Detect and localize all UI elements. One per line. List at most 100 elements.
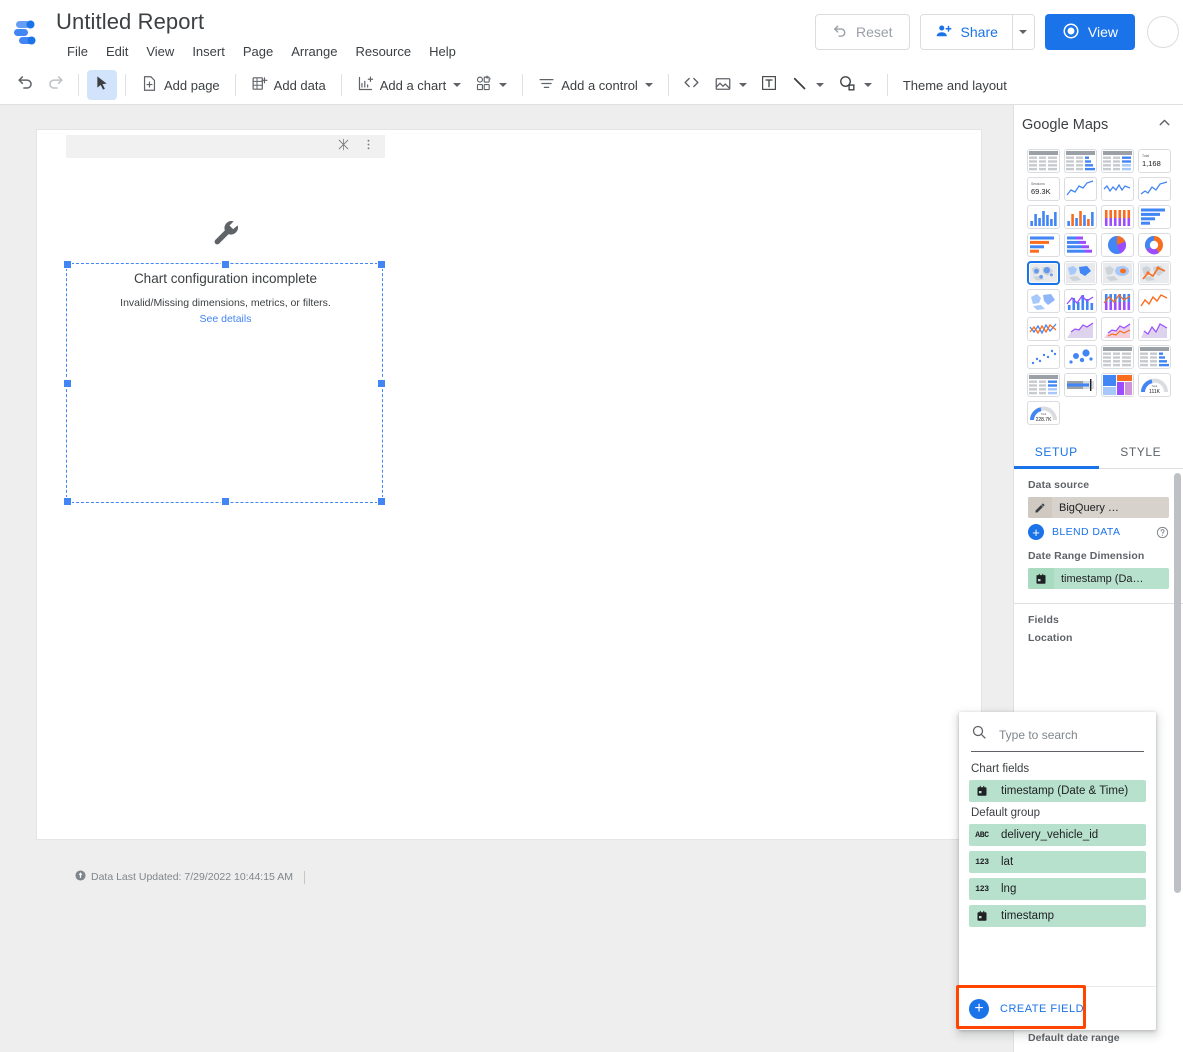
looker-studio-logo-icon[interactable] xyxy=(14,18,46,48)
gallery-gauge-chart[interactable]: Total 111K xyxy=(1138,373,1171,397)
field-picker-dropdown[interactable]: Chart fields timestamp (Date & Time) Defau… xyxy=(956,712,1156,1030)
insert-shape-button[interactable] xyxy=(831,70,879,100)
gallery-combo-chart[interactable] xyxy=(1064,289,1097,313)
add-data-button[interactable]: Add data xyxy=(244,70,333,100)
field-option[interactable]: 123 lng xyxy=(969,878,1146,900)
add-data-label: Add data xyxy=(273,77,326,93)
field-option-label: timestamp (Date & Time) xyxy=(1001,785,1129,797)
gallery-bar-chart[interactable] xyxy=(1138,205,1171,229)
theme-and-layout-button[interactable]: Theme and layout xyxy=(896,70,1014,100)
gallery-bubble-chart[interactable] xyxy=(1064,345,1097,369)
menu-resource[interactable]: Resource xyxy=(346,40,420,64)
community-visualizations-button[interactable] xyxy=(468,70,514,100)
filter-broken-icon[interactable] xyxy=(337,138,350,156)
menu-page[interactable]: Page xyxy=(234,40,282,64)
report-page-canvas[interactable]: Chart configuration incomplete Invalid/M… xyxy=(37,130,981,884)
page-title[interactable]: Untitled Report xyxy=(56,8,465,36)
reset-button[interactable]: Reset xyxy=(814,14,910,50)
pencil-icon[interactable] xyxy=(1028,497,1052,518)
date-range-dimension-chip[interactable]: timestamp (Da… xyxy=(1028,568,1169,589)
menu-insert[interactable]: Insert xyxy=(183,40,234,64)
field-list[interactable]: Chart fields timestamp (Date & Time) Defau… xyxy=(959,752,1156,986)
insert-text-button[interactable] xyxy=(754,70,784,100)
gallery-pivot-table-heatmap-chart[interactable] xyxy=(1027,373,1060,397)
menu-view[interactable]: View xyxy=(137,40,183,64)
search-icon xyxy=(971,724,987,745)
more-vert-icon[interactable] xyxy=(362,138,375,156)
share-dropdown-button[interactable] xyxy=(1011,15,1034,49)
blend-data-row[interactable]: + BLEND DATA xyxy=(1028,524,1169,540)
gallery-grouped-column-chart[interactable] xyxy=(1064,205,1097,229)
add-control-button[interactable]: Add a control xyxy=(531,70,660,100)
chart-widget[interactable]: Chart configuration incomplete Invalid/M… xyxy=(66,135,385,402)
gallery-scorecard-compact-chart[interactable]: Sessions 69.3K xyxy=(1027,177,1060,201)
chart-type-gallery[interactable]: Total 1,168 Sessions 69.3K Total 111K Total 228… xyxy=(1014,145,1183,431)
menu-help[interactable]: Help xyxy=(420,40,465,64)
gallery-smoothed-area-chart[interactable] xyxy=(1138,317,1171,341)
gallery-google-maps-lines-map[interactable] xyxy=(1138,261,1171,285)
location-label: Location xyxy=(1028,632,1073,644)
tab-style[interactable]: STYLE xyxy=(1099,435,1183,468)
gallery-scatter-chart[interactable] xyxy=(1027,345,1060,369)
menu-edit[interactable]: Edit xyxy=(97,40,137,64)
share-button[interactable]: Share xyxy=(920,15,1012,49)
canvas-workarea[interactable]: Chart configuration incomplete Invalid/M… xyxy=(0,105,1013,1052)
field-option[interactable]: 123 lat xyxy=(969,851,1146,873)
select-tool-button[interactable] xyxy=(87,70,117,100)
gallery-treemap-chart[interactable] xyxy=(1101,373,1134,397)
menu-file[interactable]: File xyxy=(58,40,97,64)
gallery-area-chart[interactable] xyxy=(1064,317,1097,341)
create-field-row[interactable]: + CREATE FIELD xyxy=(956,985,1156,1030)
help-circle-icon[interactable] xyxy=(1156,526,1169,539)
gallery-table-chart[interactable] xyxy=(1027,149,1060,173)
insert-image-button[interactable] xyxy=(707,70,754,100)
gallery-table-with-bars-chart[interactable] xyxy=(1064,149,1097,173)
panel-scrollbar[interactable] xyxy=(1174,473,1181,893)
embed-code-button[interactable] xyxy=(677,70,707,100)
gallery-pivot-table-bars-chart[interactable] xyxy=(1138,345,1171,369)
data-source-chip[interactable]: BigQuery … xyxy=(1028,497,1169,518)
gallery-bullet-chart[interactable] xyxy=(1064,373,1097,397)
add-chart-button[interactable]: Add a chart xyxy=(350,70,469,100)
gallery-scorecard-chart[interactable]: Total 1,168 xyxy=(1138,149,1171,173)
gallery-table-with-heatmap-chart[interactable] xyxy=(1101,149,1134,173)
menu-arrange[interactable]: Arrange xyxy=(282,40,346,64)
filter-control-icon xyxy=(538,75,555,95)
gallery-line-chart[interactable] xyxy=(1138,289,1171,313)
field-option[interactable]: timestamp (Date & Time) xyxy=(969,780,1146,802)
gallery-google-maps-filled-map[interactable] xyxy=(1064,261,1097,285)
redo-button[interactable] xyxy=(40,70,70,100)
gallery-donut-chart[interactable] xyxy=(1138,233,1171,257)
gallery-multi-line-chart[interactable] xyxy=(1027,317,1060,341)
undo-button[interactable] xyxy=(10,70,40,100)
insert-line-button[interactable] xyxy=(784,70,831,100)
chevron-up-icon[interactable] xyxy=(1156,114,1173,136)
field-search-row[interactable] xyxy=(971,718,1144,752)
gallery-stacked-column-chart[interactable] xyxy=(1101,205,1134,229)
gallery-gauge-chart-alt[interactable]: Total 228.7K xyxy=(1027,401,1060,425)
field-option[interactable]: ABC delivery_vehicle_id xyxy=(969,824,1146,846)
view-button[interactable]: View xyxy=(1044,14,1135,50)
gallery-stacked-area-chart[interactable] xyxy=(1101,317,1134,341)
gallery-pie-chart[interactable] xyxy=(1101,233,1134,257)
see-details-link[interactable]: See details xyxy=(200,313,252,325)
gallery-time-series-chart[interactable] xyxy=(1064,177,1097,201)
gallery-smoothed-time-series-chart[interactable] xyxy=(1138,177,1171,201)
gallery-grouped-bar-chart[interactable] xyxy=(1027,233,1060,257)
gallery-sparkline-chart[interactable] xyxy=(1101,177,1134,201)
gallery-stacked-bar-chart[interactable] xyxy=(1064,233,1097,257)
search-input[interactable] xyxy=(997,726,1144,743)
gallery-google-maps-heatmap[interactable] xyxy=(1101,261,1134,285)
field-option[interactable]: timestamp xyxy=(969,905,1146,927)
gallery-combo-stacked-chart[interactable] xyxy=(1101,289,1134,313)
create-field-button[interactable]: + CREATE FIELD xyxy=(969,998,1084,1019)
svg-text:Total: Total xyxy=(1142,154,1149,158)
gallery-geo-chart[interactable] xyxy=(1027,289,1060,313)
calendar-icon xyxy=(1028,568,1054,589)
avatar[interactable] xyxy=(1147,16,1179,48)
gallery-google-maps-bubble-map[interactable] xyxy=(1027,261,1060,285)
add-page-button[interactable]: Add page xyxy=(134,70,227,100)
gallery-column-chart[interactable] xyxy=(1027,205,1060,229)
gallery-pivot-table-chart[interactable] xyxy=(1101,345,1134,369)
tab-setup[interactable]: SETUP xyxy=(1014,435,1099,469)
